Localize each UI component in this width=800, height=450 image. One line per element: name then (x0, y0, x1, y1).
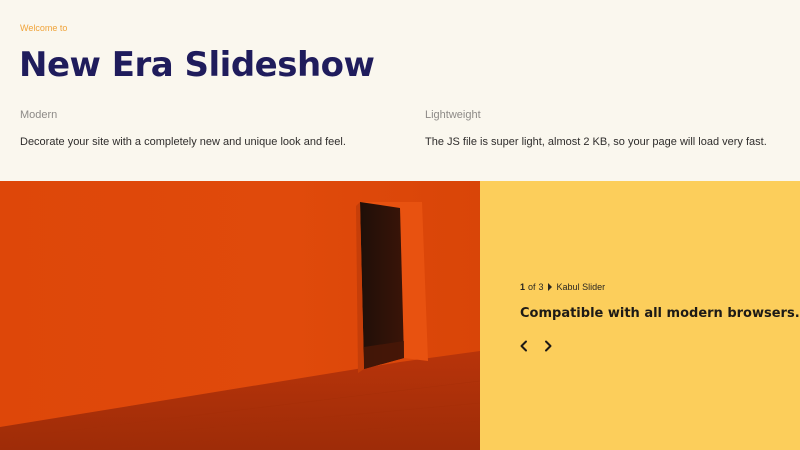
hero-section: Welcome to New Era Slideshow Modern Deco… (0, 0, 800, 181)
slide-caption: Compatible with all modern browsers. (520, 306, 800, 321)
slider-name: Kabul Slider (556, 282, 606, 292)
welcome-eyebrow: Welcome to (20, 23, 68, 33)
slideshow: 1 of 3 Kabul Slider Compatible with all … (0, 181, 800, 450)
slide-caption-panel: 1 of 3 Kabul Slider Compatible with all … (480, 181, 800, 450)
slide-counter: 1 of 3 Kabul Slider (520, 282, 605, 292)
slide-image (0, 181, 480, 450)
feature-text: Decorate your site with a completely new… (20, 136, 346, 148)
slide-of-label: of (528, 282, 536, 292)
feature-heading: Lightweight (425, 109, 481, 121)
feature-text: The JS file is super light, almost 2 KB,… (425, 136, 767, 148)
feature-modern: Modern Decorate your site with a complet… (20, 109, 380, 148)
slide-total-number: 3 (538, 282, 544, 292)
slide-current-number: 1 (520, 282, 526, 292)
slide-navigation (516, 338, 556, 354)
page: Welcome to New Era Slideshow Modern Deco… (0, 0, 800, 450)
feature-lightweight: Lightweight The JS file is super light, … (425, 109, 785, 148)
next-slide-button[interactable] (540, 338, 556, 354)
previous-slide-button[interactable] (516, 338, 532, 354)
page-title: New Era Slideshow (19, 45, 375, 85)
chevron-right-icon (545, 340, 552, 352)
chevron-left-icon (520, 340, 527, 352)
feature-heading: Modern (20, 109, 58, 121)
caret-right-icon (547, 283, 552, 291)
